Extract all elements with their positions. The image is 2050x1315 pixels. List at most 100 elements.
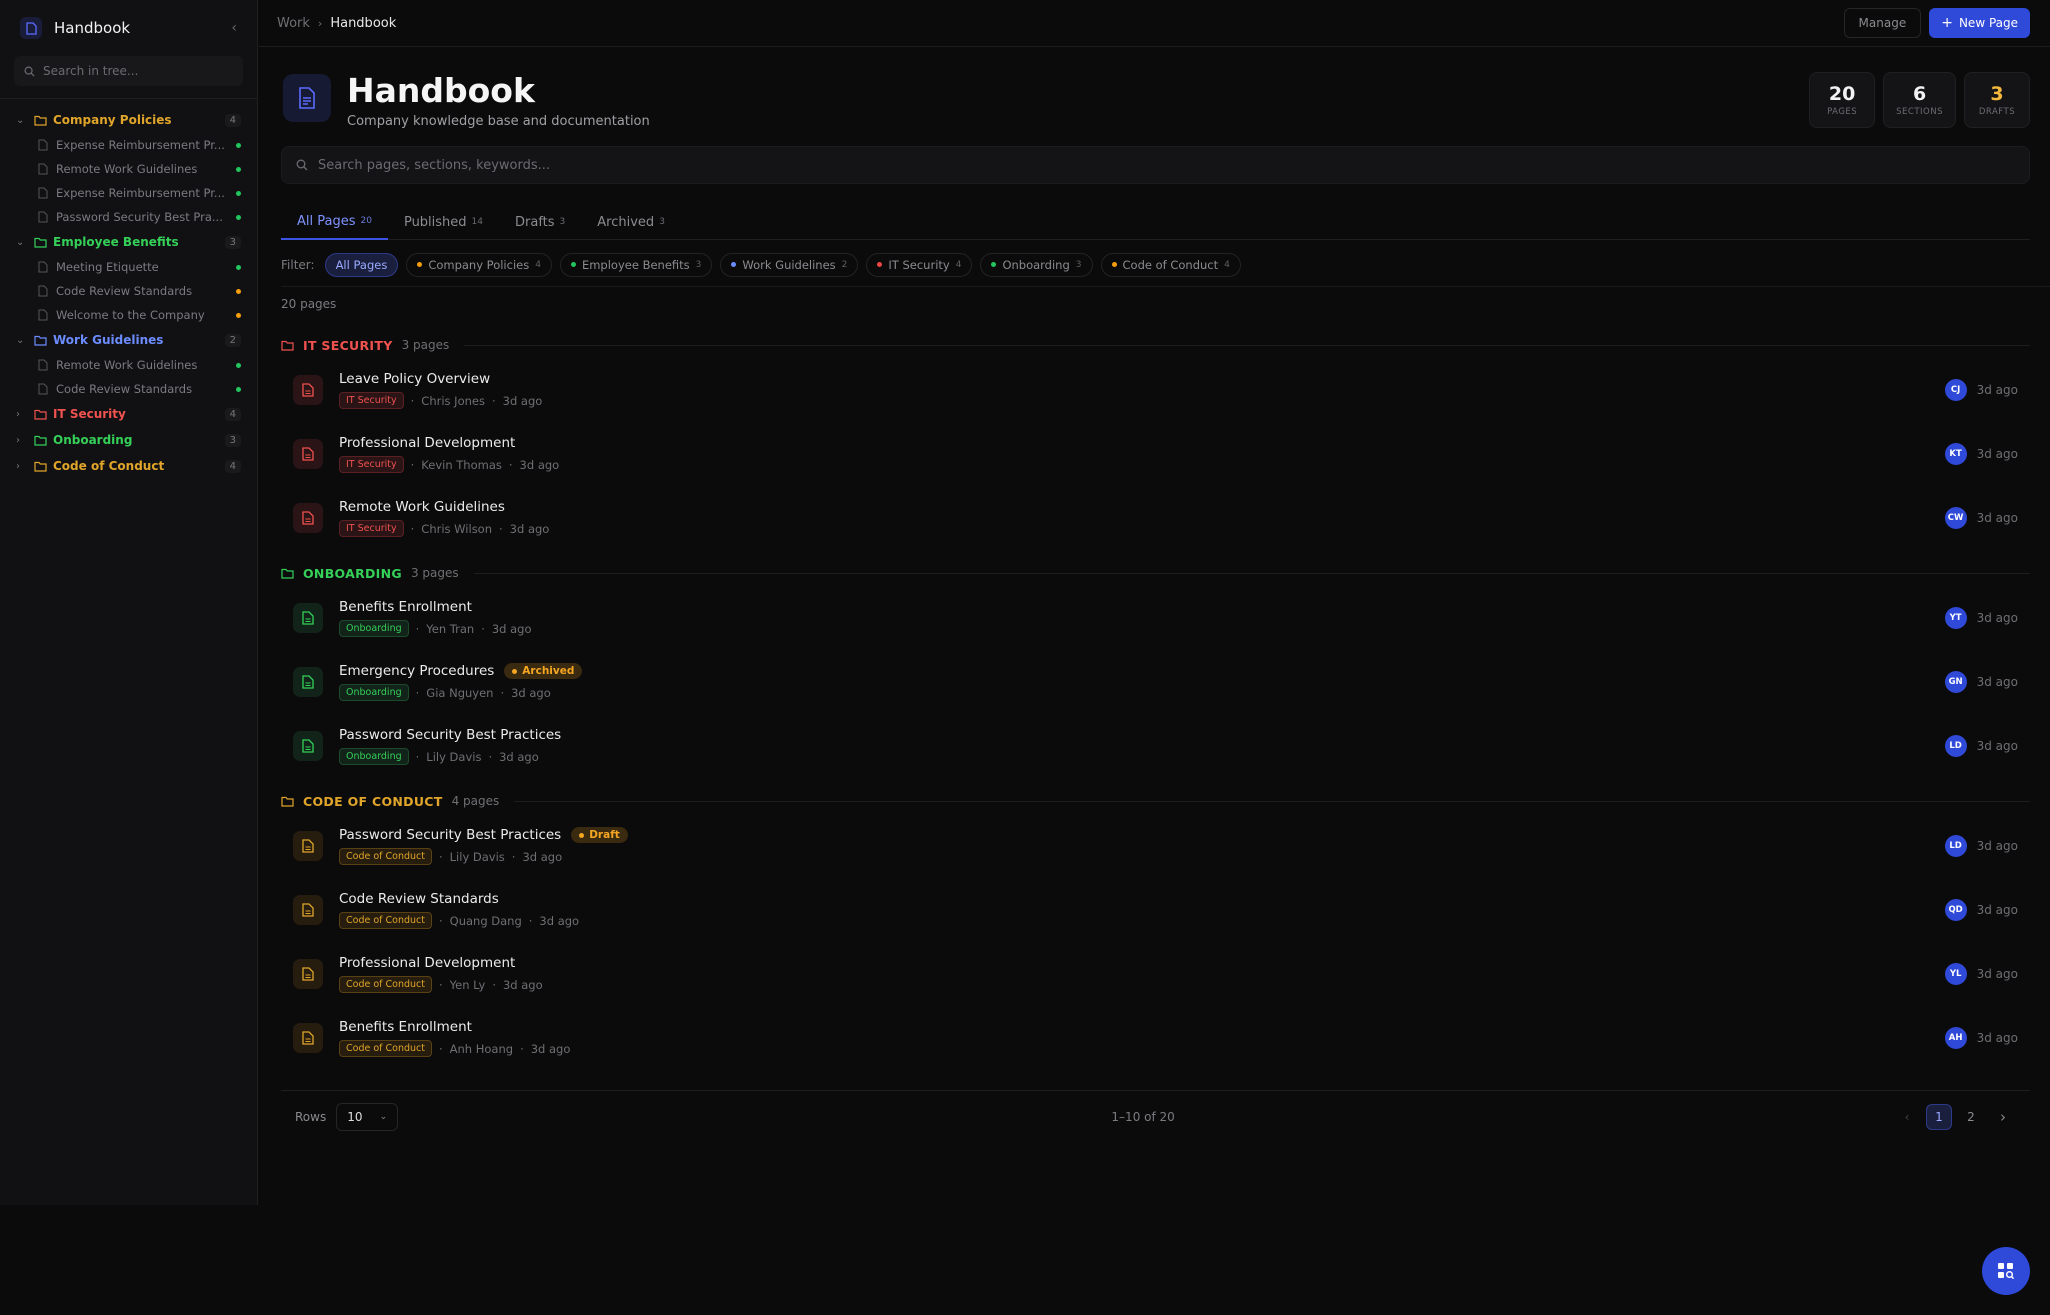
list-item[interactable]: Emergency Procedures Archived Onboarding · G… bbox=[281, 650, 2030, 714]
tree-search-input[interactable]: Search in tree... bbox=[14, 56, 243, 86]
filter-chip-label: Employee Benefits bbox=[581, 257, 690, 272]
tree-item[interactable]: Code Review Standards bbox=[0, 377, 257, 401]
author-name: Kevin Thomas bbox=[421, 457, 502, 472]
list-item-title[interactable]: Benefits Enrollment bbox=[339, 1019, 472, 1035]
list-item-text: Leave Policy Overview IT Security · Chris J… bbox=[339, 371, 1945, 409]
list-item[interactable]: Benefits Enrollment Code of Conduct · Anh H… bbox=[281, 1006, 2030, 1070]
list-item[interactable]: Benefits Enrollment Onboarding · Yen Tran · 3… bbox=[281, 586, 2030, 650]
folder-icon bbox=[34, 461, 47, 472]
page-button-1[interactable]: 1 bbox=[1926, 1103, 1952, 1130]
filter-chip-label: Company Policies bbox=[428, 257, 530, 272]
list-item-title[interactable]: Benefits Enrollment bbox=[339, 599, 472, 615]
tab-all-pages[interactable]: All Pages 20 bbox=[281, 204, 388, 240]
tree-item-label: Meeting Etiquette bbox=[56, 260, 159, 274]
rows-per-page-select[interactable]: 10 ⌄ bbox=[336, 1102, 399, 1131]
tab-archived[interactable]: Archived 3 bbox=[581, 204, 681, 240]
prev-page-icon[interactable]: ‹ bbox=[1894, 1104, 1920, 1130]
chevron-right-icon: › bbox=[16, 408, 20, 420]
tab-label: Drafts bbox=[515, 214, 555, 230]
section-tag: Code of Conduct bbox=[339, 912, 432, 929]
new-page-button[interactable]: + New Page bbox=[1929, 8, 2030, 38]
filter-chip-employee-benefits[interactable]: Employee Benefits 3 bbox=[559, 252, 713, 277]
list-item-text: Benefits Enrollment Code of Conduct · Anh H… bbox=[339, 1019, 1945, 1057]
list-item[interactable]: Password Security Best Practices Draft Cod… bbox=[281, 814, 2030, 878]
meta-separator: · bbox=[438, 1041, 443, 1056]
tree-item[interactable]: Password Security Best Pra... bbox=[0, 205, 257, 229]
manage-button[interactable]: Manage bbox=[1843, 8, 1922, 38]
avatar: AH bbox=[1944, 1027, 1967, 1049]
app-root: Handbook ‹ Search in tree... ⌄ Company Po… bbox=[0, 0, 2050, 1315]
tree-item-label: Code Review Standards bbox=[56, 284, 193, 298]
breadcrumb: Work › Handbook bbox=[277, 16, 1844, 31]
tab-drafts[interactable]: Drafts 3 bbox=[499, 204, 581, 240]
document-icon bbox=[293, 831, 323, 861]
meta-separator: · bbox=[410, 521, 415, 536]
list-item-title[interactable]: Emergency Procedures bbox=[339, 663, 494, 679]
page-search-input[interactable]: Search pages, sections, keywords... bbox=[281, 146, 2030, 184]
filter-chip-code-of-conduct[interactable]: Code of Conduct 4 bbox=[1100, 252, 1241, 277]
filter-chip-work-guidelines[interactable]: Work Guidelines 2 bbox=[720, 252, 859, 277]
list-item-title[interactable]: Professional Development bbox=[339, 955, 515, 971]
tab-count: 3 bbox=[659, 217, 665, 227]
tree-item[interactable]: Welcome to the Company bbox=[0, 303, 257, 327]
filter-chip-count: 3 bbox=[695, 259, 702, 270]
stat-label: PAGES bbox=[1827, 107, 1858, 117]
breadcrumb-parent[interactable]: Work bbox=[277, 16, 310, 31]
page-range: 1–10 of 20 bbox=[1111, 1109, 1175, 1124]
section-tag: Onboarding bbox=[339, 684, 409, 701]
list-item-title[interactable]: Leave Policy Overview bbox=[339, 371, 490, 387]
list-item[interactable]: Professional Development Code of Conduct ·… bbox=[281, 942, 2030, 1006]
list-item-meta: Onboarding · Lily Davis · 3d ago bbox=[339, 748, 1945, 765]
folder-icon bbox=[34, 237, 47, 248]
stat-value: 6 bbox=[1912, 83, 1927, 105]
tree-search-placeholder: Search in tree... bbox=[43, 64, 139, 78]
list-item[interactable]: Professional Development IT Security · Kevi… bbox=[281, 422, 2030, 486]
section-tag: Onboarding bbox=[339, 620, 409, 637]
tree-group-0[interactable]: ⌄ Company Policies 4 bbox=[0, 107, 257, 133]
stat-value: 20 bbox=[1828, 83, 1856, 105]
tab-published[interactable]: Published 14 bbox=[388, 204, 499, 240]
list-item-title[interactable]: Password Security Best Practices bbox=[339, 827, 561, 843]
list-item[interactable]: Leave Policy Overview IT Security · Chris J… bbox=[281, 358, 2030, 422]
list-item-title[interactable]: Remote Work Guidelines bbox=[339, 499, 505, 515]
list-item-title[interactable]: Code Review Standards bbox=[339, 891, 499, 907]
tree-group-label: Company Policies bbox=[53, 113, 172, 127]
collapse-sidebar-icon[interactable]: ‹ bbox=[231, 20, 237, 36]
tree-item[interactable]: Expense Reimbursement Pr... bbox=[0, 133, 257, 157]
chevron-right-icon: › bbox=[16, 460, 20, 472]
tree-group-5[interactable]: › Code of Conduct 4 bbox=[0, 453, 257, 479]
quick-search-fab[interactable] bbox=[1982, 1247, 2030, 1295]
tree-group-4[interactable]: › Onboarding 3 bbox=[0, 427, 257, 453]
list-item-title[interactable]: Professional Development bbox=[339, 435, 515, 451]
tree-group-2[interactable]: ⌄ Work Guidelines 2 bbox=[0, 327, 257, 353]
rows-label: Rows bbox=[295, 1109, 327, 1124]
avatar: YL bbox=[1944, 963, 1967, 985]
tree-item[interactable]: Expense Reimbursement Pr... bbox=[0, 181, 257, 205]
meta-separator: · bbox=[520, 1041, 524, 1056]
list-item[interactable]: Password Security Best Practices Onboardi… bbox=[281, 714, 2030, 778]
filter-chip-it-security[interactable]: IT Security 4 bbox=[866, 252, 973, 277]
list-item[interactable]: Code Review Standards Code of Conduct · Qua… bbox=[281, 878, 2030, 942]
author-name: Lily Davis bbox=[426, 749, 482, 764]
list-item-title[interactable]: Password Security Best Practices bbox=[339, 727, 561, 743]
list-item-title-row: Professional Development bbox=[339, 955, 1945, 971]
sidebar-divider bbox=[0, 98, 257, 99]
tree-item[interactable]: Meeting Etiquette bbox=[0, 255, 257, 279]
tree-group-3[interactable]: › IT Security 4 bbox=[0, 401, 257, 427]
updated-time: 3d ago bbox=[509, 521, 550, 536]
filter-dot bbox=[1111, 262, 1117, 267]
avatar: KT bbox=[1944, 443, 1967, 465]
tree-group-1[interactable]: ⌄ Employee Benefits 3 bbox=[0, 229, 257, 255]
document-icon bbox=[293, 895, 323, 925]
tree-item[interactable]: Code Review Standards bbox=[0, 279, 257, 303]
tree-item[interactable]: Remote Work Guidelines bbox=[0, 157, 257, 181]
tree-item[interactable]: Remote Work Guidelines bbox=[0, 353, 257, 377]
filter-chip-onboarding[interactable]: Onboarding 3 bbox=[980, 252, 1093, 277]
filter-chip-company-policies[interactable]: Company Policies 4 bbox=[406, 252, 552, 277]
filter-chip-all-pages[interactable]: All Pages bbox=[324, 252, 399, 277]
list-item[interactable]: Remote Work Guidelines IT Security · Chris … bbox=[281, 486, 2030, 550]
page-numbers: 12 bbox=[1920, 1103, 1984, 1130]
updated-time: 3d ago bbox=[502, 977, 543, 992]
next-page-icon[interactable]: › bbox=[1990, 1104, 2016, 1130]
page-button-2[interactable]: 2 bbox=[1958, 1104, 1984, 1130]
